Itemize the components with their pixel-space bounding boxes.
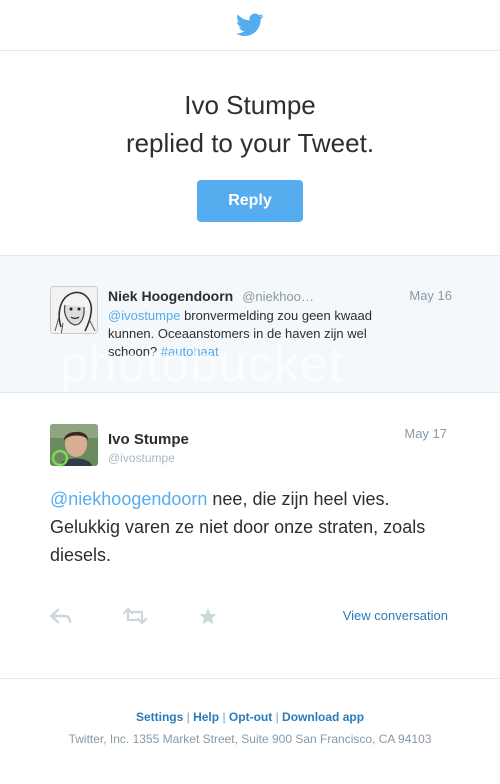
original-tweet-text: @ivostumpe bronvermelding zou geen kwaad… [108, 307, 403, 361]
original-author-name[interactable]: Niek Hoogendoorn [108, 288, 233, 304]
tweet-actions: View conversation [50, 608, 448, 628]
reply-tweet-text: @niekhoogendoorn nee, die zijn heel vies… [50, 485, 460, 569]
company-address: Twitter, Inc. 1355 Market Street, Suite … [68, 732, 432, 746]
notification-title-name: Ivo Stumpe [184, 90, 316, 120]
reply-tweet[interactable]: Ivo Stumpe @ivostumpe May 17 @niekhoogen… [0, 393, 500, 679]
reply-author-name[interactable]: Ivo Stumpe [108, 431, 189, 448]
hashtag-link[interactable]: #autohaat [161, 344, 219, 359]
favorite-star-icon[interactable] [199, 608, 217, 625]
download-app-link[interactable]: Download app [282, 710, 364, 724]
original-tweet-body: Niek Hoogendoorn @niekhoo… @ivostumpe br… [108, 288, 453, 361]
view-conversation-link[interactable]: View conversation [343, 608, 448, 623]
reply-tweet-date[interactable]: May 17 [404, 426, 447, 441]
link-separator: | [222, 710, 226, 724]
reply-button[interactable]: Reply [197, 180, 303, 222]
notification-title-action: replied to your Tweet. [125, 128, 375, 158]
sketch-portrait-icon [51, 287, 97, 333]
help-link[interactable]: Help [193, 710, 219, 724]
avatar[interactable] [50, 424, 98, 466]
reply-icon[interactable] [50, 608, 72, 624]
email-header [0, 0, 500, 51]
original-author-handle[interactable]: @niekhoo… [242, 289, 314, 304]
link-separator: | [275, 710, 279, 724]
email-footer: Settings | Help | Opt-out | Download app… [0, 679, 500, 746]
reply-author-handle[interactable]: @ivostumpe [108, 451, 189, 465]
link-separator: | [186, 710, 190, 724]
notification-hero: Ivo Stumpe replied to your Tweet. Reply [0, 51, 500, 256]
original-tweet-date[interactable]: May 16 [409, 288, 452, 303]
mention-link[interactable]: @ivostumpe [108, 308, 180, 323]
mention-link[interactable]: @niekhoogendoorn [50, 489, 207, 509]
profile-photo-icon [50, 424, 98, 466]
opt-out-link[interactable]: Opt-out [229, 710, 272, 724]
footer-links: Settings | Help | Opt-out | Download app [0, 710, 500, 724]
settings-link[interactable]: Settings [136, 710, 183, 724]
retweet-icon[interactable] [123, 608, 147, 624]
avatar[interactable] [50, 286, 98, 334]
twitter-bird-icon[interactable] [236, 13, 264, 37]
original-tweet[interactable]: Niek Hoogendoorn @niekhoo… @ivostumpe br… [0, 256, 500, 393]
